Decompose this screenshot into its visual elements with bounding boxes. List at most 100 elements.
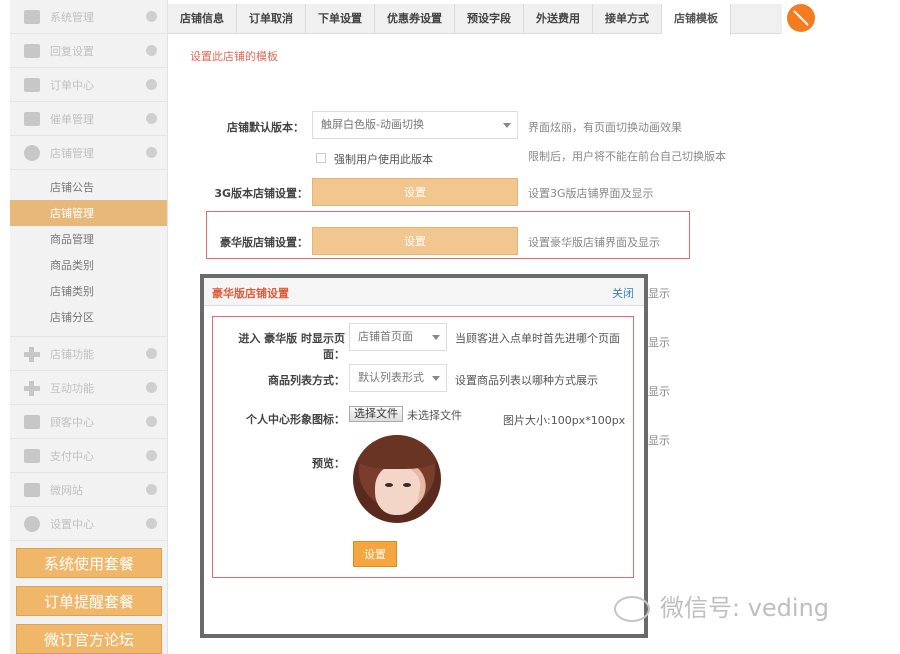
sidebar-item-shop-features[interactable]: 店铺功能 [10,337,167,371]
lux-settings-hint: 设置豪华版店铺界面及显示 [528,236,660,249]
sidebar-subitem-notice[interactable]: 店铺公告 [10,174,167,200]
sidebar-subitem-shop-categories[interactable]: 店铺类别 [10,278,167,304]
tab-order-settings[interactable]: 下单设置 [306,4,375,33]
wechat-icon [614,596,650,622]
partial-hint: 显示 [648,385,670,398]
sidebar-item-reply[interactable]: 回复设置 [10,34,167,68]
sidebar-item-label: 顾客中心 [50,415,94,429]
choose-file-button[interactable]: 选择文件 [349,406,403,422]
card-icon [24,448,40,463]
v3g-settings-hint: 设置3G版店铺界面及显示 [528,187,654,200]
tab-preset-fields[interactable]: 预设字段 [455,4,524,33]
expand-icon [146,11,157,22]
force-version-label: 强制用户使用此版本 [334,153,433,166]
dialog-title: 豪华版店铺设置 [212,287,289,300]
default-version-select[interactable]: 触屏白色版-动画切换 [312,111,518,139]
sidebar-item-label: 催单管理 [50,112,94,126]
sidebar-item-label: 系统管理 [50,10,94,24]
default-version-hint: 界面炫丽，有页面切换动画效果 [528,121,682,134]
mute-icon[interactable] [787,4,815,32]
sidebar-item-microsite[interactable]: 微网站 [10,473,167,507]
chevron-down-icon [432,335,440,340]
printer-icon [24,111,40,126]
chevron-down-icon [503,123,511,128]
default-version-label: 店铺默认版本： [227,121,304,134]
force-version-checkbox[interactable] [316,153,326,163]
lux-settings-button[interactable]: 设置 [312,227,518,255]
force-version-hint: 限制后，用户将不能在前台自己切换版本 [528,150,726,163]
sidebar-subitem-shop-manage[interactable]: 店铺管理 [10,200,167,226]
tab-delivery-fee[interactable]: 外送费用 [524,4,593,33]
expand-icon [146,518,157,529]
grid-icon [24,482,40,497]
sidebar-item-label: 设置中心 [50,517,94,531]
sidebar-subitem-product-categories[interactable]: 商品类别 [10,252,167,278]
sidebar-item-reminders[interactable]: 催单管理 [10,102,167,136]
v3g-settings-button[interactable]: 设置 [312,178,518,206]
system-package-button[interactable]: 系统使用套餐 [16,548,162,578]
sidebar-item-orders[interactable]: 订单中心 [10,68,167,102]
partial-hint: 显示 [648,336,670,349]
avatar-icon-label: 个人中心形象图标： [246,413,345,426]
sidebar-item-payment[interactable]: 支付中心 [10,439,167,473]
partial-hint: 显示 [648,434,670,447]
tab-shop-info[interactable]: 店铺信息 [168,4,237,33]
order-reminder-package-button[interactable]: 订单提醒套餐 [16,586,162,616]
package-buttons: 系统使用套餐 订单提醒套餐 微订官方论坛 [10,548,162,654]
expand-icon [146,450,157,461]
file-status: 未选择文件 [407,409,462,422]
tab-bar: 店铺信息 订单取消 下单设置 优惠券设置 预设字段 外送费用 接单方式 店铺模板 [168,4,782,35]
default-version-value: 触屏白色版-动画切换 [321,118,424,131]
lux-settings-label: 豪华版店铺设置： [220,236,308,249]
gear-icon [24,515,40,532]
sidebar-item-label: 回复设置 [50,44,94,58]
sidebar-item-label: 店铺功能 [50,347,94,361]
avatar-preview [353,435,441,523]
expand-icon [146,147,157,158]
dialog-submit-button[interactable]: 设置 [353,541,397,567]
entry-page-select[interactable]: 店铺首页面 [349,323,447,351]
mail-icon [24,43,40,58]
inbox-icon [24,414,40,429]
sidebar-item-label: 订单中心 [50,78,94,92]
close-link[interactable]: 关闭 [612,285,634,301]
expand-icon [146,484,157,495]
tab-order-cancel[interactable]: 订单取消 [237,4,306,33]
sidebar-item-label: 互动功能 [50,381,94,395]
sidebar-item-label: 支付中心 [50,449,94,463]
tab-coupon-settings[interactable]: 优惠券设置 [375,4,455,33]
tab-shop-template[interactable]: 店铺模板 [662,4,731,35]
dialog-header: 豪华版店铺设置 关闭 [204,278,644,306]
sidebar-item-label: 微网站 [50,483,83,497]
sidebar-subitem-products[interactable]: 商品管理 [10,226,167,252]
product-list-hint: 设置商品列表以哪种方式展示 [455,374,598,387]
sidebar: 系统管理 回复设置 订单中心 催单管理 店铺管理 店铺公告 店铺管理 商品管理 … [10,0,168,654]
sidebar-item-shop[interactable]: 店铺管理 [10,136,167,170]
chevron-down-icon [432,376,440,381]
lux-settings-dialog: 豪华版店铺设置 关闭 进入 豪华版 时显示页面： 店铺首页面 当顾客进入点单时首… [200,274,648,638]
printer-icon [24,77,40,92]
sidebar-item-customers[interactable]: 顾客中心 [10,405,167,439]
entry-page-value: 店铺首页面 [358,330,413,343]
official-forum-button[interactable]: 微订官方论坛 [16,624,162,654]
sidebar-item-interactive[interactable]: 互动功能 [10,371,167,405]
expand-icon [146,79,157,90]
image-size-hint: 图片大小:100px*100px [503,414,626,427]
entry-page-hint: 当顾客进入点单时首先进哪个页面 [455,332,620,345]
grid-icon [24,9,40,24]
expand-icon [146,45,157,56]
plus-icon [24,346,40,362]
sidebar-item-settings[interactable]: 设置中心 [10,507,167,541]
shop-submenu: 店铺公告 店铺管理 商品管理 商品类别 店铺类别 店铺分区 [10,170,167,337]
partial-hint: 显示 [648,287,670,300]
sidebar-item-system[interactable]: 系统管理 [10,0,167,34]
sidebar-subitem-shop-zones[interactable]: 店铺分区 [10,304,167,330]
pie-icon [24,144,40,161]
tab-accept-method[interactable]: 接单方式 [593,4,662,33]
expand-icon [146,348,157,359]
preview-label: 预览： [312,457,345,470]
product-list-select[interactable]: 默认列表形式 [349,364,447,392]
plus-icon [24,380,40,396]
product-list-label: 商品列表方式： [268,374,345,387]
watermark: 微信号: veding [660,594,830,622]
